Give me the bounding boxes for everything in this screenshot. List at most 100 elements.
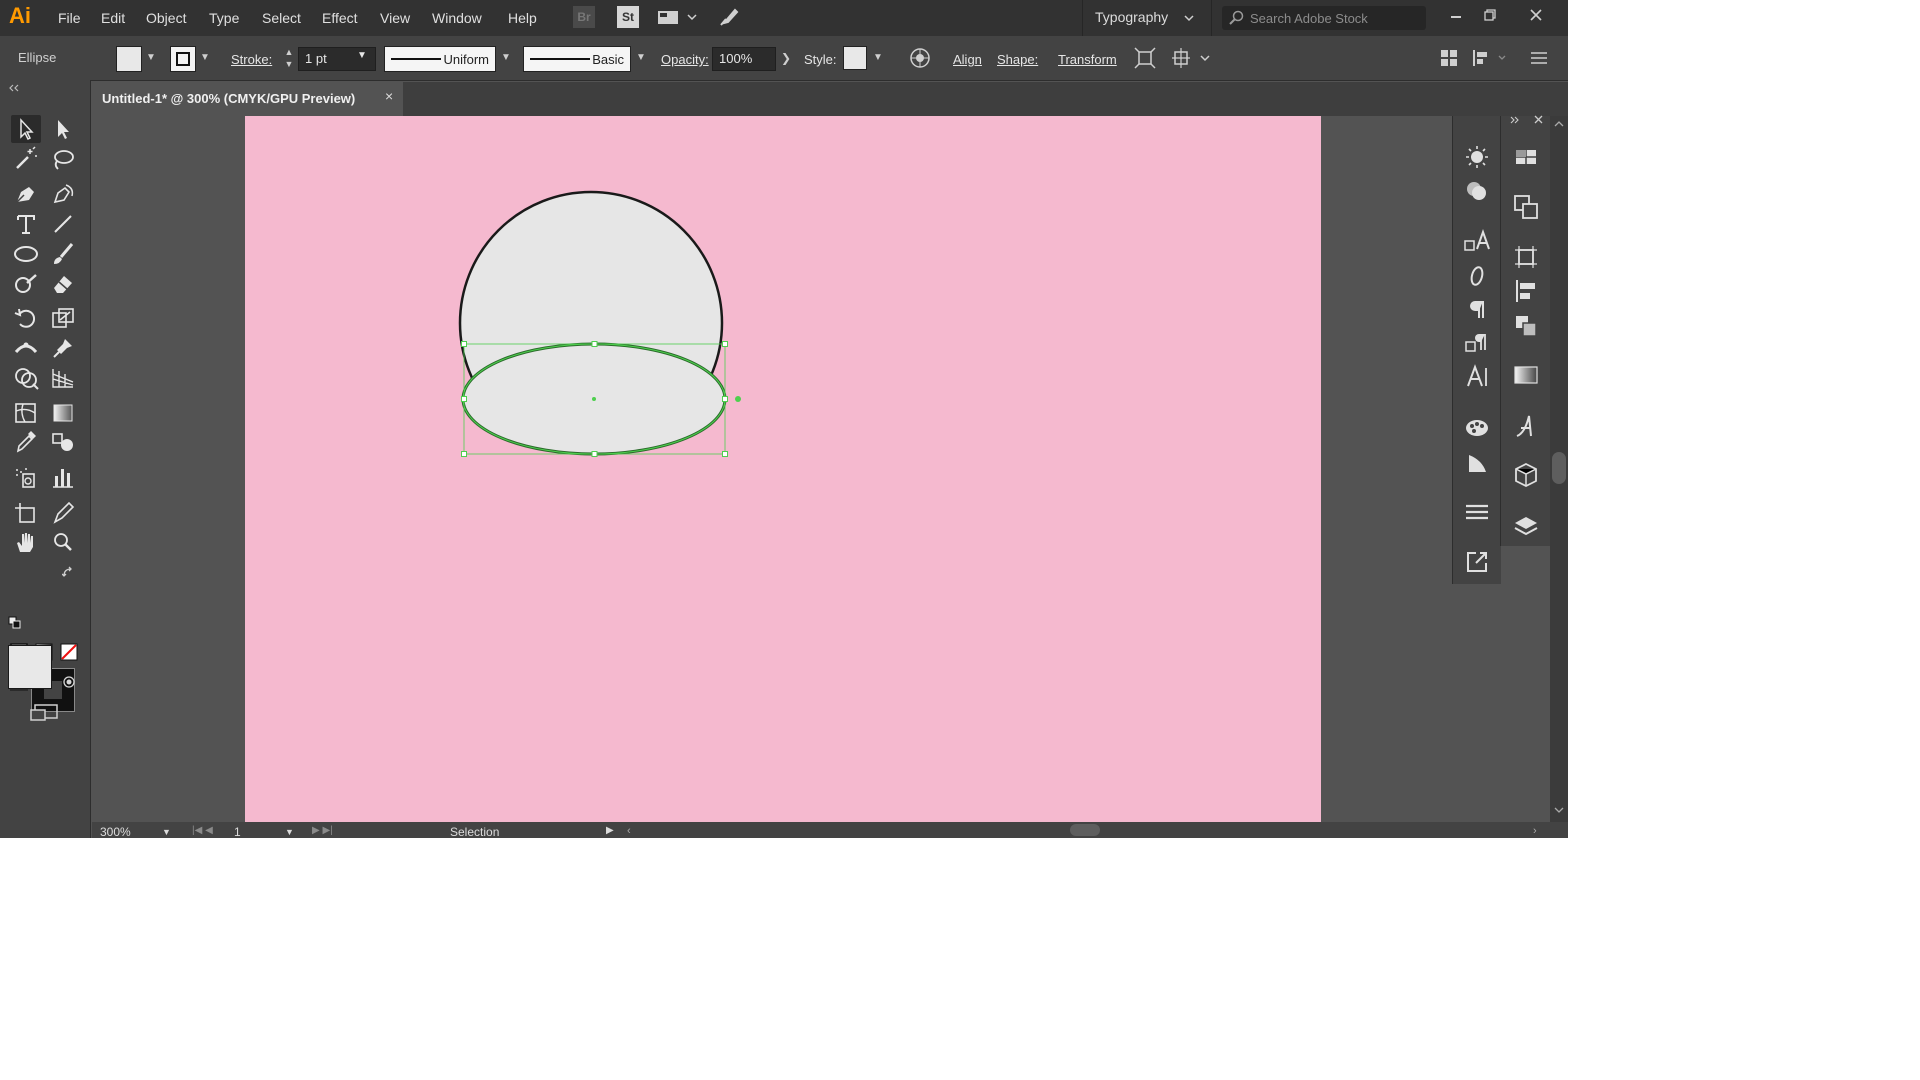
layers-panel-button[interactable] — [1511, 512, 1541, 542]
bounding-handle-top[interactable] — [591, 341, 598, 347]
paragraph-styles-panel-button[interactable] — [1462, 328, 1492, 358]
menu-edit[interactable]: Edit — [101, 10, 125, 26]
line-segment-tool[interactable] — [48, 210, 78, 238]
graphic-style-swatch[interactable] — [843, 46, 867, 70]
scroll-down-icon[interactable] — [1554, 806, 1564, 814]
scroll-left-icon[interactable]: ‹ — [627, 825, 631, 837]
document-tab[interactable]: Untitled-1* @ 300% (CMYK/GPU Preview) × — [92, 82, 403, 116]
puppet-warp-icon[interactable] — [1172, 47, 1212, 72]
bounding-handle-top-left[interactable] — [461, 341, 467, 347]
selection-tool[interactable] — [11, 115, 41, 143]
character-panel-button[interactable] — [1462, 362, 1492, 392]
fill-color-swatch[interactable] — [116, 46, 142, 72]
scale-tool[interactable] — [48, 305, 78, 333]
mesh-tool[interactable] — [11, 399, 41, 427]
fill-swatch[interactable] — [8, 645, 52, 689]
distribute-icon[interactable] — [1472, 49, 1508, 70]
close-window-button[interactable] — [1522, 4, 1550, 30]
horizontal-scroll-thumb[interactable] — [1070, 824, 1100, 836]
transform-link[interactable]: Transform — [1058, 52, 1117, 67]
puppet-warp-tool[interactable] — [48, 334, 78, 362]
transform-panel-button[interactable] — [1511, 242, 1541, 272]
opacity-field[interactable]: 100% — [712, 47, 776, 71]
transparency-panel-button[interactable] — [1462, 448, 1492, 478]
bounding-handle-bottom[interactable] — [591, 451, 598, 457]
panel-menu-icon[interactable] — [1530, 50, 1548, 69]
column-graph-tool[interactable] — [48, 464, 78, 492]
opacity-label[interactable]: Opacity: — [661, 52, 709, 67]
stock-button[interactable]: St — [617, 6, 639, 28]
stroke-weight-stepper[interactable]: ▲ ▼ — [281, 46, 297, 70]
blend-tool[interactable] — [48, 428, 78, 456]
menu-object[interactable]: Object — [146, 10, 186, 26]
menu-file[interactable]: File — [58, 10, 81, 26]
color-guide-panel-button[interactable] — [1462, 412, 1492, 442]
gpu-performance-icon[interactable] — [718, 6, 740, 28]
menu-help[interactable]: Help — [508, 10, 537, 26]
ellipse-tool[interactable] — [11, 240, 41, 268]
dock-controls-icon[interactable] — [1509, 114, 1549, 126]
restore-button[interactable] — [1476, 4, 1504, 30]
pathfinder-panel-button[interactable] — [1511, 192, 1541, 222]
glyphs-panel-button[interactable] — [1511, 411, 1541, 441]
none-mode-icon[interactable] — [60, 643, 78, 661]
vertical-scroll-thumb[interactable] — [1552, 452, 1566, 484]
variable-width-profile[interactable]: Uniform — [384, 46, 496, 72]
close-tab-button[interactable]: × — [385, 88, 393, 104]
vertical-scrollbar[interactable] — [1550, 116, 1568, 822]
artboard-tool[interactable] — [11, 499, 41, 527]
menu-window[interactable]: Window — [432, 10, 482, 26]
pie-widget-handle[interactable] — [735, 396, 741, 402]
menu-type[interactable]: Type — [209, 10, 239, 26]
paragraph-panel-button[interactable] — [1462, 294, 1492, 324]
magic-wand-tool[interactable] — [11, 145, 41, 173]
arrange-documents-icon[interactable] — [657, 6, 697, 28]
character-styles-panel-button[interactable] — [1462, 226, 1492, 256]
brush-dropdown[interactable]: ▼ — [633, 46, 649, 70]
align-link[interactable]: Align — [953, 52, 982, 67]
perspective-grid-tool[interactable] — [48, 364, 78, 392]
graphic-styles-panel-button[interactable] — [1462, 176, 1492, 206]
status-menu-arrow[interactable]: ▶ — [606, 825, 614, 836]
first-artboard-button[interactable]: |◀ ◀ — [192, 825, 213, 836]
bounding-handle-right[interactable] — [722, 396, 728, 402]
width-tool[interactable] — [11, 334, 41, 362]
shape-link[interactable]: Shape: — [997, 52, 1038, 67]
scroll-up-icon[interactable] — [1554, 120, 1564, 128]
minimize-button[interactable] — [1442, 4, 1470, 30]
appearance-panel-button[interactable] — [1462, 142, 1492, 172]
change-screen-mode-icon[interactable] — [30, 703, 60, 723]
default-fill-stroke-icon[interactable] — [8, 616, 22, 630]
libraries-panel-button[interactable] — [1511, 460, 1541, 490]
brush-definition[interactable]: Basic — [523, 46, 631, 72]
workspace-switcher[interactable]: Typography — [1082, 0, 1212, 36]
bounding-handle-left[interactable] — [461, 396, 467, 402]
fill-dropdown[interactable]: ▼ — [143, 46, 159, 70]
curvature-tool[interactable] — [48, 180, 78, 208]
gradient-panel-button[interactable] — [1511, 360, 1541, 390]
menu-effect[interactable]: Effect — [322, 10, 358, 26]
opacity-arrow[interactable]: ❯ — [778, 46, 794, 70]
scroll-right-icon[interactable]: › — [1533, 825, 1537, 837]
hand-tool[interactable] — [11, 528, 41, 556]
direct-selection-tool[interactable] — [48, 115, 78, 143]
opentype-panel-button[interactable] — [1462, 261, 1492, 291]
stroke-weight-field[interactable]: 1 pt ▼ — [298, 47, 376, 71]
export-panel-button[interactable] — [1462, 547, 1492, 577]
bounding-handle-top-right[interactable] — [722, 341, 728, 347]
gradient-tool[interactable] — [48, 399, 78, 427]
stroke-label[interactable]: Stroke: — [231, 52, 272, 67]
arrange-panel-button[interactable] — [1511, 311, 1541, 341]
bounding-handle-bottom-right[interactable] — [722, 451, 728, 457]
canvas-area[interactable] — [92, 116, 1452, 822]
last-artboard-button[interactable]: ▶ ▶| — [312, 825, 333, 836]
slice-tool[interactable] — [48, 499, 78, 527]
menu-view[interactable]: View — [380, 10, 410, 26]
search-input[interactable] — [1250, 9, 1418, 27]
swatches-panel-button[interactable] — [1511, 142, 1541, 172]
lasso-tool[interactable] — [48, 145, 78, 173]
stock-search[interactable] — [1222, 6, 1426, 30]
menu-select[interactable]: Select — [262, 10, 301, 26]
eyedropper-tool[interactable] — [11, 428, 41, 456]
paintbrush-tool[interactable] — [48, 240, 78, 268]
